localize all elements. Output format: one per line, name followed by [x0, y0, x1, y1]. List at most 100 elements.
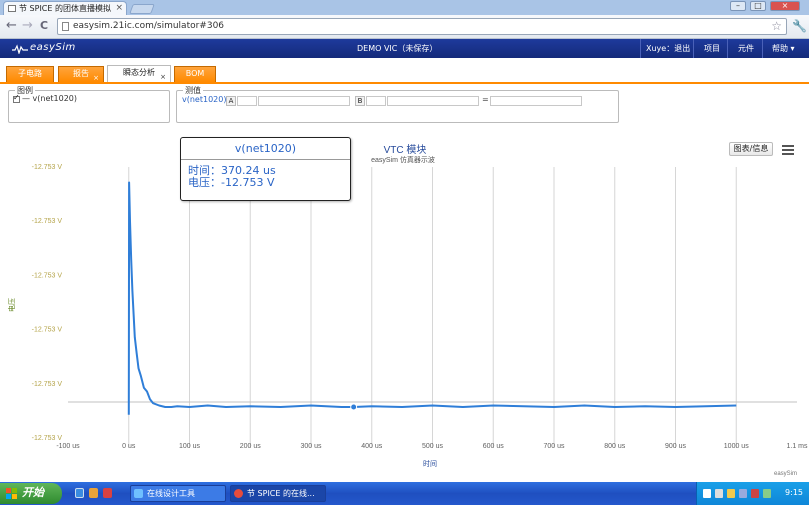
tab-bom[interactable]: BOM: [174, 66, 216, 82]
x-tick-label: 200 us: [240, 443, 262, 450]
transient-chart[interactable]: VTC 模块easySim 仿真器示波 -100 us 0 us 100 us 200 …: [0, 125, 809, 482]
divider: [693, 39, 694, 58]
browser-tabstrip: 节 SPICE 的团体直播模拟 × – □ ×: [0, 0, 809, 15]
equals-sign: =: [482, 95, 489, 104]
window-close-button[interactable]: ×: [770, 1, 800, 11]
tab-label: 瞬态分析: [123, 68, 155, 77]
b-input-small[interactable]: [366, 96, 386, 106]
taskbar-item-label: 节 SPICE 的在线...: [247, 489, 315, 498]
x-tick-label: 300 us: [300, 443, 322, 450]
app-logo[interactable]: easySim: [12, 42, 76, 54]
tab-transient-analysis[interactable]: 瞬态分析 ×: [107, 65, 171, 83]
nav-help[interactable]: 帮助 ▾: [772, 43, 795, 54]
x-tick-label: 500 us: [422, 443, 444, 450]
x-tick-label: 400 us: [361, 443, 383, 450]
a-input[interactable]: [258, 96, 350, 106]
page-icon: [8, 5, 16, 12]
tab-report[interactable]: 报告 ×: [58, 66, 104, 82]
y-tick-label: -12.753 V: [32, 272, 63, 279]
address-bar[interactable]: easysim.21ic.com/simulator#306 ☆: [57, 18, 787, 35]
new-tab-button[interactable]: [129, 4, 155, 14]
x-axis-title: 时间: [423, 459, 437, 468]
windows-logo-icon: [6, 488, 18, 499]
tooltip-value: 电压：-12.753 V: [188, 176, 275, 189]
divider: [727, 39, 728, 58]
browser-quicklaunch-icon[interactable]: [75, 488, 84, 498]
measure-panel: 测值 v(net1020) A B =: [176, 85, 619, 123]
x-tick-label: -100 us: [56, 443, 80, 450]
divider: [762, 39, 763, 58]
hover-point: [350, 403, 358, 411]
nav-components[interactable]: 元件: [738, 43, 754, 54]
legend-panel: 图例 — v(net1020): [8, 85, 170, 123]
app-header: easySim DEMO VIC（未保存） Xuye：退出 项目 元件 帮助 ▾: [0, 39, 809, 58]
chart-subtitle: easySim 仿真器示波: [371, 155, 435, 164]
signal-checkbox[interactable]: [13, 93, 20, 103]
page-icon: [62, 22, 69, 31]
reset-zoom-button[interactable]: 图表/信息: [729, 142, 773, 156]
taskbar-item-label: 在线设计工具: [147, 489, 195, 498]
wave-logo-icon: [12, 44, 28, 54]
chart-tooltip: v(net1020) 时间：370.24 us 电压：-12.753 V: [180, 137, 351, 201]
tray-icon[interactable]: [763, 489, 771, 498]
nav-projects[interactable]: 项目: [704, 43, 720, 54]
tray-icon[interactable]: [703, 489, 711, 498]
a-input-small[interactable]: [237, 96, 257, 106]
back-icon[interactable]: ←: [6, 19, 17, 33]
tab-subcircuit[interactable]: 子电路: [6, 66, 54, 82]
x-tick-label: 1.1 ms: [786, 443, 808, 450]
clock: 9:15: [785, 488, 803, 497]
chart-credit: easySim: [774, 471, 797, 477]
minimize-button[interactable]: –: [730, 1, 746, 11]
x-tick-label: 700 us: [543, 443, 565, 450]
y-tick-label: -12.753 V: [32, 218, 63, 225]
maximize-button[interactable]: □: [750, 1, 766, 11]
y-tick-label: -12.753 V: [32, 435, 63, 442]
y-tick-label: -12.753 V: [32, 381, 63, 388]
x-tick-label: 900 us: [665, 443, 687, 450]
chrome-icon: [234, 489, 243, 498]
taskbar-item-editor[interactable]: 在线设计工具: [130, 485, 226, 502]
user-logout-link[interactable]: Xuye：退出: [646, 43, 690, 54]
wrench-icon[interactable]: 🔧: [792, 19, 807, 33]
close-icon[interactable]: ×: [115, 2, 123, 15]
x-tick-label: 0 us: [122, 443, 136, 450]
tray-icon[interactable]: [715, 489, 723, 498]
folder-quicklaunch-icon[interactable]: [89, 488, 98, 498]
x-tick-label: 600 us: [483, 443, 505, 450]
tooltip-series: v(net1020): [181, 138, 350, 160]
result-field: [490, 96, 582, 106]
menu-icon[interactable]: [782, 145, 794, 155]
y-tick-label: -12.753 V: [32, 164, 63, 171]
app-quicklaunch-icon[interactable]: [103, 488, 112, 498]
x-tick-label: 800 us: [604, 443, 626, 450]
reload-icon[interactable]: C: [40, 19, 48, 33]
start-label: 开始: [22, 486, 44, 499]
tab-label: BOM: [185, 69, 205, 78]
start-button[interactable]: 开始: [0, 483, 62, 504]
signal-label: — v(net1020): [22, 94, 78, 103]
tab-label: 报告: [73, 69, 89, 78]
tray-icon[interactable]: [739, 489, 747, 498]
window-icon: [134, 489, 143, 498]
chart-title: VTC 模块: [384, 144, 427, 156]
y-tick-label: -12.753 V: [32, 327, 63, 334]
tray-icon[interactable]: [751, 489, 759, 498]
tabs-underline: [0, 82, 809, 84]
browser-tab[interactable]: 节 SPICE 的团体直播模拟 ×: [3, 1, 127, 15]
forward-icon[interactable]: →: [22, 19, 33, 33]
taskbar: 开始 在线设计工具 节 SPICE 的在线... 9:15: [0, 482, 809, 505]
tray-icon[interactable]: [727, 489, 735, 498]
measure-signal: v(net1020): [182, 95, 227, 104]
x-tick-label: 1000 us: [724, 443, 749, 450]
star-icon[interactable]: ☆: [771, 19, 782, 34]
logo-text: easySim: [30, 42, 76, 53]
divider: [640, 39, 641, 58]
taskbar-item-browser[interactable]: 节 SPICE 的在线...: [230, 485, 326, 502]
project-title: DEMO VIC（未保存）: [357, 44, 438, 53]
a-label: A: [226, 96, 236, 106]
browser-toolbar: ← → C easysim.21ic.com/simulator#306 ☆ 🔧: [0, 15, 809, 39]
y-axis-title: 电压: [7, 298, 16, 312]
b-input[interactable]: [387, 96, 479, 106]
url-text: easysim.21ic.com/simulator#306: [73, 21, 225, 31]
